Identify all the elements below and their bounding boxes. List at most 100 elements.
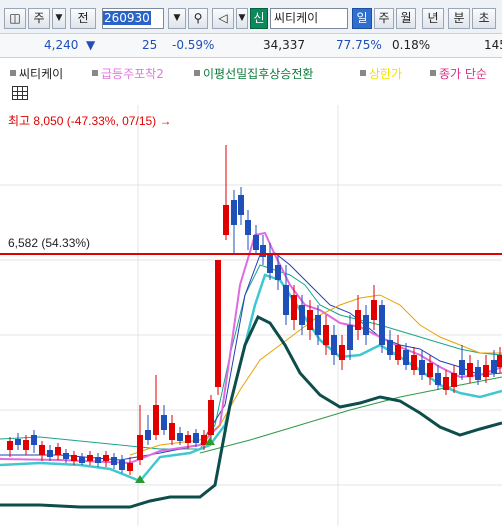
- chevron-down-icon-2[interactable]: ▼: [236, 8, 248, 29]
- candle-body: [245, 220, 251, 235]
- period-tab-year[interactable]: 년: [422, 8, 444, 29]
- bollinger-lower-line: [0, 273, 502, 483]
- legend-marker-icon: [92, 70, 98, 76]
- stock-code-input[interactable]: 260930: [102, 8, 164, 29]
- candle-body: [443, 377, 449, 390]
- legend-marker-icon: [194, 70, 200, 76]
- candle-body: [185, 435, 191, 443]
- candle-body: [71, 455, 77, 461]
- candle-body: [355, 310, 361, 330]
- legend-item-close-simple[interactable]: 종가 단순: [430, 65, 487, 82]
- period-tab-day[interactable]: 일: [352, 8, 372, 29]
- candle-body: [427, 363, 433, 377]
- candle-body: [39, 445, 45, 455]
- candle-body: [63, 453, 69, 459]
- candle-body: [127, 463, 133, 471]
- new-listing-badge: 신: [250, 8, 268, 29]
- candle-body: [238, 195, 244, 215]
- candle-body: [459, 360, 465, 375]
- candle-body: [145, 430, 151, 440]
- candle-body: [363, 315, 369, 335]
- candle-body: [215, 260, 221, 387]
- ma-convergence-line: [199, 376, 502, 454]
- candle-body: [87, 455, 93, 461]
- toolbar: ◫ 주 ▼ 전 260930 ▼ ⚲ ◁ ▼ 신 씨티케이 일 주 월 년 분 …: [0, 0, 502, 34]
- candle-body: [339, 345, 345, 360]
- market-type-button[interactable]: 주: [28, 8, 50, 29]
- candle-body: [275, 265, 281, 280]
- candle-body: [95, 457, 101, 463]
- candle-body: [137, 435, 143, 460]
- legend-item-upper-limit[interactable]: 상한가: [360, 65, 402, 82]
- search-icon[interactable]: ⚲: [188, 8, 208, 29]
- candle-body: [435, 373, 441, 385]
- search-mode-button[interactable]: 전: [70, 8, 96, 29]
- candle-body: [491, 360, 497, 373]
- candle-body: [395, 345, 401, 360]
- candle-body: [379, 305, 385, 345]
- candle-body: [55, 447, 61, 455]
- candle-body: [169, 423, 175, 440]
- period-tab-week[interactable]: 주: [374, 8, 394, 29]
- surge-signal-line: [0, 231, 502, 465]
- window-icon[interactable]: ◫: [4, 8, 26, 29]
- legend-marker-icon: [360, 70, 366, 76]
- current-price: 4,240: [44, 38, 79, 52]
- legend-item-stock[interactable]: 씨티케이: [10, 65, 63, 82]
- candle-body: [299, 305, 305, 325]
- candle-body: [47, 450, 53, 457]
- candle-body: [371, 300, 377, 320]
- candle-body: [193, 433, 199, 443]
- candle-body: [387, 340, 393, 355]
- candle-body: [208, 400, 214, 435]
- indicator-legend: 씨티케이 급등주포착2 이평선밀집후상승전환 상한가 종가 단순: [0, 62, 502, 82]
- candle-body: [267, 255, 273, 273]
- candle-body: [7, 441, 13, 450]
- candle-body: [411, 355, 417, 370]
- legend-marker-icon: [10, 70, 16, 76]
- candle-body: [260, 245, 266, 257]
- price-chart[interactable]: 6,582 (54.33%) 최고 8,050 (-47.33%, 07/15)…: [0, 105, 502, 526]
- candle-body: [119, 460, 125, 470]
- candle-body: [231, 200, 237, 225]
- legend-item-surge[interactable]: 급등주포착2: [92, 65, 164, 82]
- candle-body: [23, 440, 29, 450]
- candle-body: [323, 325, 329, 345]
- candle-body: [419, 360, 425, 375]
- candle-body: [315, 315, 321, 335]
- code-dropdown-icon[interactable]: ▼: [168, 8, 186, 29]
- candle-body: [347, 325, 353, 350]
- chevron-down-icon[interactable]: ▼: [52, 8, 66, 29]
- candle-body: [15, 439, 21, 445]
- candle-body: [177, 433, 183, 441]
- high-annotation: 최고 8,050 (-47.33%, 07/15) →: [8, 114, 172, 128]
- candle-body: [111, 457, 117, 465]
- period-tab-month[interactable]: 월: [396, 8, 416, 29]
- candle-body: [451, 373, 457, 387]
- bollinger-upper-line: [0, 264, 502, 450]
- candle-body: [467, 363, 473, 377]
- long-term-ma-line: [0, 314, 502, 509]
- turnover-rate: 0.18%: [392, 38, 431, 52]
- trade-volume: 34,337: [263, 38, 305, 52]
- period-tab-minute[interactable]: 분: [448, 8, 470, 29]
- speaker-icon[interactable]: ◁: [212, 8, 234, 29]
- quote-bar: 4,240 ▼ 25 -0.59% 34,337 77.75% 0.18% 14…: [0, 34, 502, 58]
- stock-name-field[interactable]: 씨티케이: [270, 8, 348, 29]
- candle-body: [223, 205, 229, 235]
- price-line-label: 6,582 (54.33%): [8, 236, 90, 250]
- price-change-pct: -0.59%: [172, 38, 215, 52]
- legend-item-ma-convergence[interactable]: 이평선밀집후상승전환: [194, 65, 313, 82]
- candle-body: [253, 235, 259, 250]
- candle-body: [31, 435, 37, 445]
- period-tab-tick[interactable]: 초: [472, 8, 496, 29]
- candle-body: [161, 415, 167, 430]
- candle-body: [403, 350, 409, 365]
- price-change: 25: [142, 38, 158, 52]
- candle-body: [79, 457, 85, 463]
- candle-body: [307, 310, 313, 330]
- grid-icon[interactable]: [12, 86, 28, 100]
- legend-marker-icon: [430, 70, 436, 76]
- down-arrow-icon: ▼: [86, 38, 96, 52]
- candle-body: [483, 365, 489, 377]
